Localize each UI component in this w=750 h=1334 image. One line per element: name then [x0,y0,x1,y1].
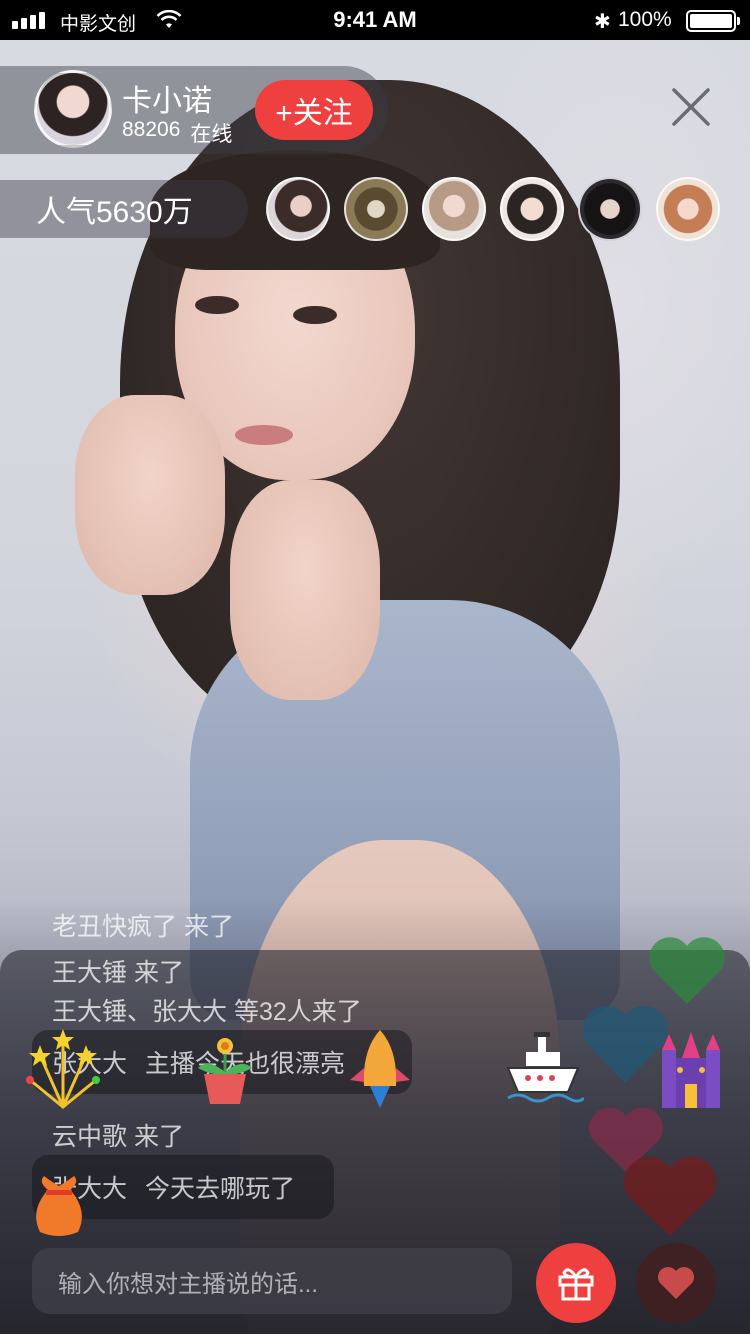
gift-button[interactable] [536,1243,616,1323]
chat-bubble-text: 今天去哪玩了 [145,1175,296,1203]
flower-pot-icon [198,1038,252,1104]
viewer-avatar-1[interactable] [266,177,330,241]
streamer-hand-right [230,480,380,700]
host-name: 卡小诺 [122,85,212,118]
viewer-avatar-3[interactable] [422,177,486,241]
streamer-lips [235,425,293,445]
viewer-avatar-6[interactable] [656,177,720,241]
popularity-badge: 人气5630万 [0,180,248,238]
gift-icon [558,1268,594,1301]
lucky-bag-icon [36,1176,82,1236]
fireworks-icon [26,1029,100,1109]
close-icon[interactable] [668,84,714,130]
host-avatar[interactable] [34,70,112,148]
chat-message: 老丑快疯了 来了 [52,913,234,941]
cruise-ship-icon [506,1032,584,1103]
viewer-avatar-5[interactable] [578,177,642,241]
like-button[interactable] [636,1243,716,1323]
follow-button[interactable]: +关注 [255,80,373,140]
chat-message: 王大锤 来了 [52,959,184,987]
online-count: 88206 [122,118,181,141]
streamer-hand-left [75,395,225,595]
viewer-avatar-4[interactable] [500,177,564,241]
streamer-eye-left [195,296,239,314]
streamer-eye-right [293,306,337,324]
heart-icon [623,1156,717,1236]
battery-icon [686,10,736,32]
online-label: 在线 [190,123,233,146]
status-bar: 中影文创 9:41 AM ✱ 100% [0,0,750,40]
heart-icon [582,1006,668,1083]
bluetooth-icon: ✱ [594,11,611,33]
chat-message: 王大锤、张大大 等32人来了 [52,998,362,1026]
viewer-avatar-2[interactable] [344,177,408,241]
host-online-status: 88206 在线 [122,118,232,148]
battery-percent: 100% [618,8,672,31]
battery-tip [737,17,740,25]
heart-icon [658,1267,694,1299]
rocket-icon [350,1030,410,1108]
chat-message: 云中歌 来了 [52,1123,184,1151]
chat-input[interactable]: 输入你想对主播说的话... [32,1248,512,1314]
